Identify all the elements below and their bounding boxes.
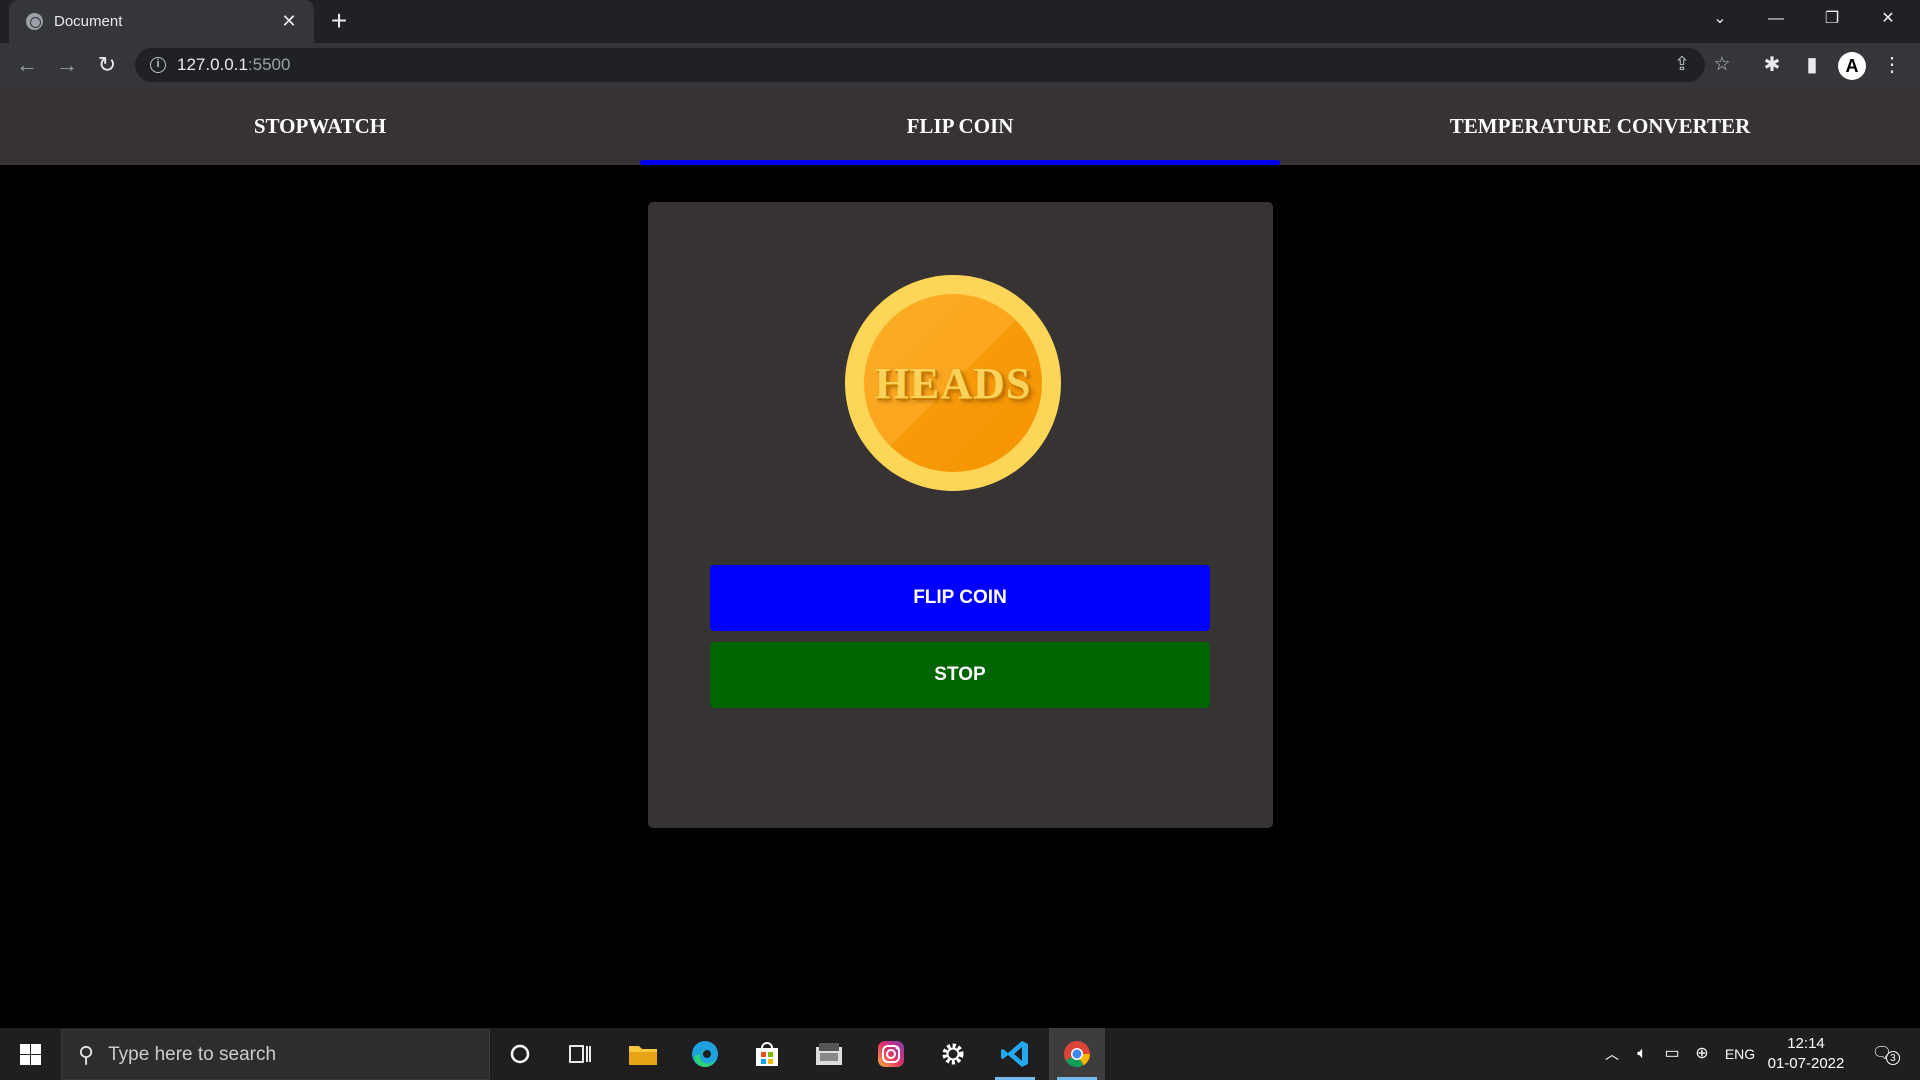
- flip-coin-card: HEADS FLIP COIN STOP: [648, 202, 1273, 828]
- close-window-button[interactable]: ✕: [1860, 0, 1916, 38]
- side-panel-icon[interactable]: ▮: [1797, 50, 1827, 80]
- browser-toolbar: ← → ↻ i 127.0.0.1 :5500 ⇪ ☆ ✱ ▮ ⋮: [0, 43, 1920, 88]
- vscode-icon[interactable]: [987, 1028, 1043, 1080]
- store-icon[interactable]: [739, 1028, 795, 1080]
- site-info-icon[interactable]: i: [150, 57, 166, 73]
- clock-time: 12:14: [1787, 1035, 1825, 1052]
- notifications-icon[interactable]: 🗨︎ 3: [1862, 1028, 1902, 1080]
- extensions-icon[interactable]: ✱: [1757, 50, 1787, 80]
- minimize-button[interactable]: —: [1748, 0, 1804, 38]
- instagram-icon[interactable]: [863, 1028, 919, 1080]
- menu-kebab-icon[interactable]: ⋮: [1877, 50, 1907, 80]
- network-globe-icon[interactable]: ⊕: [1688, 1028, 1716, 1080]
- top-navbar: STOPWATCH FLIP COIN TEMPERATURE CONVERTE…: [0, 88, 1920, 165]
- coin-face: HEADS: [864, 294, 1042, 472]
- notification-count: 3: [1885, 1051, 1900, 1065]
- profile-avatar[interactable]: A: [1838, 52, 1866, 80]
- search-placeholder: Type here to search: [108, 1043, 277, 1065]
- coin-icon: HEADS: [845, 275, 1061, 491]
- browser-tab[interactable]: Document ✕: [9, 0, 314, 43]
- language-indicator[interactable]: ENG: [1718, 1028, 1762, 1080]
- share-icon[interactable]: ⇪: [1667, 50, 1697, 80]
- restore-button[interactable]: ❐: [1804, 0, 1860, 38]
- nav-item-temperature-converter[interactable]: TEMPERATURE CONVERTER: [1280, 88, 1920, 165]
- battery-icon[interactable]: ▭: [1658, 1028, 1686, 1080]
- address-bar[interactable]: i 127.0.0.1 :5500: [135, 48, 1705, 82]
- tab-search-icon[interactable]: ⌄: [1692, 0, 1748, 38]
- globe-icon: [26, 13, 43, 30]
- nav-item-stopwatch[interactable]: STOPWATCH: [0, 88, 640, 165]
- edge-icon[interactable]: [677, 1028, 733, 1080]
- new-tab-button[interactable]: +: [324, 7, 354, 37]
- file-explorer-icon[interactable]: [615, 1028, 671, 1080]
- tab-title: Document: [54, 13, 123, 30]
- windows-start-icon[interactable]: [8, 1036, 52, 1072]
- back-icon[interactable]: ←: [12, 50, 42, 80]
- coin-face-label: HEADS: [874, 358, 1032, 408]
- stop-button[interactable]: STOP: [710, 642, 1210, 708]
- chrome-icon[interactable]: [1049, 1028, 1105, 1080]
- url-host: 127.0.0.1: [177, 55, 248, 74]
- task-view-icon[interactable]: [552, 1028, 608, 1080]
- url-port: :5500: [247, 55, 291, 74]
- clock-date: 01-07-2022: [1767, 1055, 1845, 1072]
- taskbar-search-box[interactable]: ⚲ Type here to search: [61, 1029, 490, 1080]
- flip-coin-button[interactable]: FLIP COIN: [710, 565, 1210, 631]
- bookmark-star-icon[interactable]: ☆: [1707, 50, 1737, 80]
- search-icon: ⚲: [78, 1041, 95, 1067]
- windows-taskbar: ⚲ Type here to search ︿ 🔈︎ ▭ ⊕ ENG 12:14…: [0, 1028, 1920, 1080]
- settings-icon[interactable]: [925, 1028, 981, 1080]
- page-body: STOPWATCH FLIP COIN TEMPERATURE CONVERTE…: [0, 88, 1920, 1028]
- taskbar-clock[interactable]: 12:14 01-07-2022: [1762, 1034, 1850, 1074]
- chevron-up-icon[interactable]: ︿: [1598, 1028, 1626, 1080]
- forward-icon[interactable]: →: [52, 50, 82, 80]
- nav-item-flip-coin[interactable]: FLIP COIN: [640, 88, 1280, 165]
- cortana-icon[interactable]: [492, 1028, 548, 1080]
- reload-icon[interactable]: ↻: [92, 50, 122, 80]
- tab-close-icon[interactable]: ✕: [276, 11, 302, 32]
- browser-tabstrip: Document ✕ + ⌄ — ❐ ✕: [0, 0, 1920, 43]
- mail-app-icon[interactable]: [801, 1028, 857, 1080]
- volume-icon[interactable]: 🔈︎: [1628, 1028, 1656, 1080]
